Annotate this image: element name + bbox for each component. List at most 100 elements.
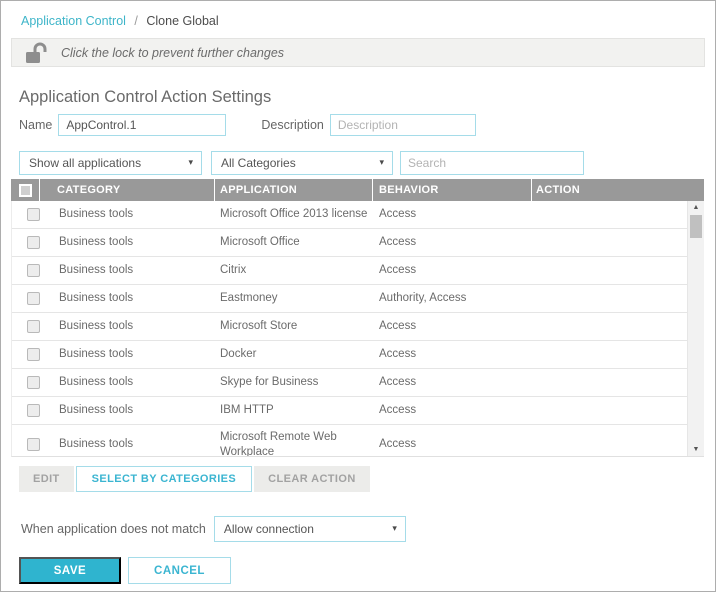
lock-message: Click the lock to prevent further change… [61, 45, 285, 60]
row-application: Microsoft Store [220, 320, 298, 333]
edit-button[interactable]: EDIT [19, 466, 74, 492]
cancel-button[interactable]: CANCEL [128, 557, 231, 584]
column-header-application[interactable]: APPLICATION [214, 179, 372, 201]
application-filter-dropdown[interactable]: Show all applications ▾ [19, 151, 202, 175]
select-all-cell [11, 179, 39, 201]
select-by-categories-button[interactable]: SELECT BY CATEGORIES [75, 466, 253, 492]
scroll-down-icon[interactable]: ▼ [688, 443, 704, 456]
scrollbar-thumb[interactable] [690, 215, 702, 238]
row-checkbox-cell [12, 404, 40, 417]
row-category: Business tools [59, 320, 134, 333]
no-match-dropdown[interactable]: Allow connection ▾ [213, 516, 406, 542]
application-control-page: Application Control / Clone Global Click… [0, 0, 716, 592]
row-checkbox-cell [12, 236, 40, 249]
row-checkbox[interactable] [27, 208, 40, 221]
row-behavior: Access [379, 264, 417, 277]
row-checkbox-cell [12, 292, 40, 305]
row-behavior: Access [379, 208, 417, 221]
description-input[interactable] [329, 114, 476, 136]
table-rows: Business tools Microsoft Office 2013 lic… [12, 201, 688, 457]
breadcrumb-link-application-control[interactable]: Application Control [21, 14, 126, 28]
row-checkbox-cell [12, 208, 40, 221]
row-checkbox-cell [12, 376, 40, 389]
row-category: Business tools [59, 404, 134, 417]
row-application: IBM HTTP [220, 404, 274, 417]
row-category: Business tools [59, 236, 134, 249]
breadcrumb-current-page: Clone Global [146, 14, 219, 28]
table-row[interactable]: Business tools Microsoft Store Access [12, 313, 688, 341]
name-description-row: Name Description [19, 114, 715, 136]
table-row[interactable]: Business tools Microsoft Remote Web Work… [12, 425, 688, 457]
table-action-buttons: EDIT SELECT BY CATEGORIES CLEAR ACTION [19, 466, 715, 492]
table-row[interactable]: Business tools IBM HTTP Access [12, 397, 688, 425]
no-match-value: Allow connection [223, 522, 314, 536]
column-header-behavior[interactable]: BEHAVIOR [372, 179, 531, 201]
no-match-label: When application does not match [21, 522, 206, 536]
lock-banner: Click the lock to prevent further change… [11, 38, 705, 67]
row-checkbox-cell [12, 264, 40, 277]
column-header-action[interactable]: ACTION [531, 179, 704, 201]
table-header: CATEGORY APPLICATION BEHAVIOR ACTION [11, 179, 704, 201]
row-category: Business tools [59, 208, 134, 221]
row-application: Skype for Business [220, 376, 319, 389]
row-checkbox[interactable] [27, 264, 40, 277]
table-row[interactable]: Business tools Microsoft Office Access [12, 229, 688, 257]
chevron-down-icon: ▾ [379, 157, 384, 168]
row-behavior: Access [379, 438, 417, 451]
row-behavior: Authority, Access [379, 292, 467, 305]
name-label: Name [19, 118, 53, 132]
row-checkbox[interactable] [27, 404, 40, 417]
breadcrumb-separator: / [134, 14, 138, 28]
chevron-down-icon: ▾ [188, 157, 193, 168]
filter-row: Show all applications ▾ All Categories ▾ [19, 151, 715, 175]
row-checkbox-cell [12, 348, 40, 361]
breadcrumb: Application Control / Clone Global [1, 1, 715, 37]
table-body-viewport: Business tools Microsoft Office 2013 lic… [11, 201, 704, 457]
row-checkbox[interactable] [27, 236, 40, 249]
row-checkbox[interactable] [27, 320, 40, 333]
unlock-icon[interactable] [25, 42, 51, 64]
row-application: Docker [220, 348, 257, 361]
select-all-checkbox[interactable] [18, 183, 32, 197]
name-input[interactable] [58, 114, 227, 136]
row-behavior: Access [379, 236, 417, 249]
chevron-down-icon: ▾ [392, 523, 397, 534]
category-filter-dropdown[interactable]: All Categories ▾ [211, 151, 393, 175]
page-title: Application Control Action Settings [19, 88, 272, 106]
row-checkbox-cell [12, 438, 40, 451]
row-application: Microsoft Office [220, 236, 300, 249]
row-application: Microsoft Remote Web Workplace [220, 430, 337, 457]
row-application: Microsoft Office 2013 license [220, 208, 368, 221]
row-category: Business tools [59, 376, 134, 389]
description-label: Description [261, 118, 324, 132]
category-filter-value: All Categories [221, 156, 296, 170]
scroll-up-icon[interactable]: ▲ [688, 201, 704, 214]
row-behavior: Access [379, 320, 417, 333]
row-category: Business tools [59, 348, 134, 361]
row-category: Business tools [59, 438, 134, 451]
row-behavior: Access [379, 348, 417, 361]
search-input[interactable] [400, 151, 584, 175]
table-row[interactable]: Business tools Skype for Business Access [12, 369, 688, 397]
table-row[interactable]: Business tools Microsoft Office 2013 lic… [12, 201, 688, 229]
vertical-scrollbar[interactable]: ▲ ▼ [687, 201, 704, 456]
applications-table: CATEGORY APPLICATION BEHAVIOR ACTION Bus… [11, 179, 704, 457]
save-button[interactable]: SAVE [19, 557, 121, 584]
row-checkbox-cell [12, 320, 40, 333]
footer-buttons: SAVE CANCEL [19, 557, 715, 584]
clear-action-button[interactable]: CLEAR ACTION [254, 466, 370, 492]
row-application: Citrix [220, 264, 247, 277]
table-row[interactable]: Business tools Eastmoney Authority, Acce… [12, 285, 688, 313]
row-checkbox[interactable] [27, 376, 40, 389]
row-checkbox[interactable] [27, 438, 40, 451]
row-behavior: Access [379, 376, 417, 389]
no-match-row: When application does not match Allow co… [21, 516, 715, 542]
table-row[interactable]: Business tools Docker Access [12, 341, 688, 369]
application-filter-value: Show all applications [29, 156, 142, 170]
row-checkbox[interactable] [27, 348, 40, 361]
row-category: Business tools [59, 264, 134, 277]
row-checkbox[interactable] [27, 292, 40, 305]
column-header-category[interactable]: CATEGORY [39, 179, 214, 201]
table-row[interactable]: Business tools Citrix Access [12, 257, 688, 285]
row-category: Business tools [59, 292, 134, 305]
